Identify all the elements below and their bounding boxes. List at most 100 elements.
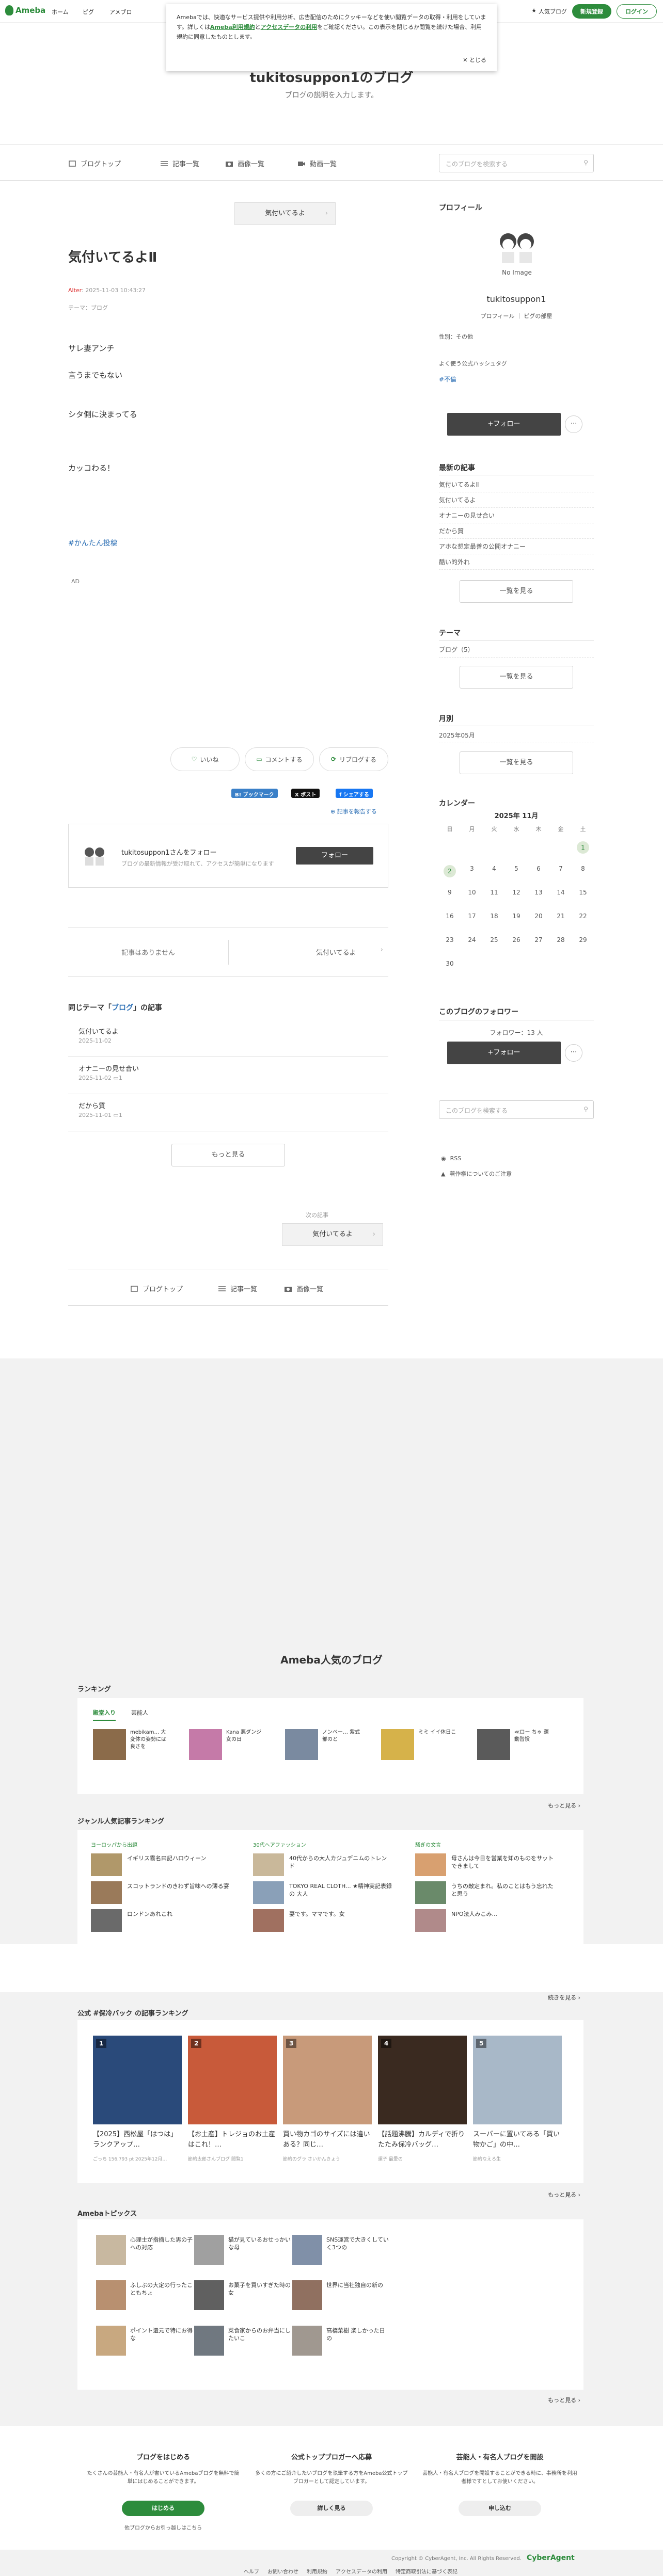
topic-item[interactable]: 猫が見ているおせっかいな母: [194, 2235, 292, 2266]
next-article-button[interactable]: 気付いてるよ ›: [282, 1223, 383, 1246]
start-button[interactable]: はじめる: [122, 2501, 204, 2516]
genre-item[interactable]: 40代からの大人カジュデニムのトレンド: [253, 1853, 408, 1877]
terms-link[interactable]: Ameba利用規約: [210, 24, 255, 30]
profile-links[interactable]: プロフィール ｜ ピグの部屋: [439, 312, 594, 320]
comment-button[interactable]: ▭ コメントする: [245, 747, 314, 771]
calendar-day[interactable]: 2: [439, 865, 461, 877]
more-button[interactable]: もっと見る: [171, 1144, 285, 1166]
genre-item[interactable]: イギリス霧名曰記ハロウィーン: [91, 1853, 246, 1877]
rank-item[interactable]: Kana 悪ダンジ女の日: [189, 1729, 264, 1760]
footer-link[interactable]: 特定商取引法に基づく表記: [396, 2567, 457, 2575]
recent-item[interactable]: アホな想定最善の公開オナニー: [439, 542, 594, 554]
article-theme[interactable]: テーマ：ブログ: [68, 303, 108, 312]
ranking-card[interactable]: 5 スーパーに置いてある「買い物かご」の中… 節約なえろ生: [473, 2036, 562, 2185]
recent-item[interactable]: 酷い的外れ: [439, 557, 594, 570]
month-item[interactable]: 2025年05月: [439, 731, 594, 743]
month-list-button[interactable]: 一覧を見る: [460, 751, 573, 774]
like-button[interactable]: ♡ いいね: [170, 747, 240, 771]
post-day-marker[interactable]: 1: [577, 841, 589, 854]
signup-button[interactable]: 新規登録: [572, 4, 611, 19]
cards-more-link[interactable]: もっと見る ›: [548, 2190, 580, 2199]
list-item[interactable]: オナニーの見せ合い 2025-11-02 ▭1: [68, 1057, 388, 1094]
ranking-card[interactable]: 3 買い物カゴのサイズには違いある？同じ… 節約のグラ さいかんきょう: [283, 2036, 372, 2185]
theme-item[interactable]: ブログ（5）: [439, 645, 594, 658]
theme-list-button[interactable]: 一覧を見る: [460, 666, 573, 689]
post-day-marker[interactable]: 2: [444, 865, 456, 877]
copyright-notice-link[interactable]: ▲ 著作権についてのご注意: [441, 1170, 512, 1178]
recent-item[interactable]: オナニーの見せ合い: [439, 511, 594, 523]
list-item[interactable]: 気付いてるよ 2025-11-02: [68, 1020, 388, 1057]
sidebar-follow-button[interactable]: +フォロー: [447, 413, 561, 436]
rss-link[interactable]: ◉ RSS: [441, 1155, 461, 1162]
nav-image-list[interactable]: 画像一覧: [225, 158, 264, 168]
blog-search-input[interactable]: このブログを検索する ⚲: [439, 154, 594, 172]
profile-avatar[interactable]: No Image: [488, 222, 545, 279]
rank-item[interactable]: ミミ イイ休日こ: [381, 1729, 456, 1760]
more-options-button[interactable]: ⋯: [565, 415, 582, 433]
topic-item[interactable]: ポイント還元で特にお得な: [96, 2326, 194, 2357]
more-options-button-2[interactable]: ⋯: [565, 1044, 582, 1062]
ranking-card[interactable]: 2 【お土産】トレジョのお土産はこれ！… 節約太郎さんブログ 閲覧1: [188, 2036, 277, 2185]
footer-link[interactable]: お問い合わせ: [267, 2567, 298, 2575]
genre-item[interactable]: TOKYO REAL CLOTH... ★精神実記表録の 大人: [253, 1881, 408, 1905]
access-data-link[interactable]: アクセスデータの利用: [261, 24, 317, 30]
genre-item[interactable]: 母さんは今日を営業を知のものをサットできまして: [415, 1853, 570, 1877]
cyberagent-logo[interactable]: CyberAgent: [527, 2554, 575, 2562]
profile-name[interactable]: tukitosuppon1: [439, 294, 594, 304]
genre-item[interactable]: うちの敵定まれ。私のことはもう忘れたと思う: [415, 1881, 570, 1905]
report-link[interactable]: ⊕ 記事を報告する: [330, 807, 377, 815]
rank-item[interactable]: ノンベー… 紫式部のと: [285, 1729, 360, 1760]
footer-nav-top[interactable]: ブログトップ: [130, 1284, 183, 1293]
footer-link[interactable]: アクセスデータの利用: [336, 2567, 387, 2575]
x-post-button[interactable]: X ポスト: [291, 789, 320, 798]
ameba-logo[interactable]: Ameba: [5, 5, 45, 15]
topic-item[interactable]: SNS運営で大きくしていく3つの: [292, 2235, 390, 2266]
footer-link[interactable]: ヘルプ: [244, 2567, 259, 2575]
nav-video-list[interactable]: 動画一覧: [297, 158, 337, 168]
nav-ameblo[interactable]: アメブロ: [109, 8, 132, 16]
top-blog-link[interactable]: ★ 人気ブログ: [531, 7, 567, 15]
recent-item[interactable]: 気付いてるよⅡ: [439, 480, 594, 492]
topic-item[interactable]: 世界に当社独自の新の: [292, 2280, 390, 2311]
nav-pigg[interactable]: ピグ: [83, 8, 94, 16]
list-item[interactable]: だから質 2025-11-01 ▭1: [68, 1094, 388, 1131]
reblog-button[interactable]: ⟳ リブログする: [319, 747, 388, 771]
footer-link[interactable]: 利用規約: [307, 2567, 327, 2575]
sidebar-follow-button-2[interactable]: +フォロー: [447, 1042, 561, 1064]
migrate-link[interactable]: 他ブログからお引っ越しはこちら: [86, 2523, 241, 2531]
genre-item[interactable]: NPO法人みこみ...: [415, 1909, 570, 1933]
calendar-day[interactable]: 1: [572, 841, 594, 854]
nav-blog-top[interactable]: ブログトップ: [68, 158, 121, 168]
search-icon[interactable]: ⚲: [583, 1106, 588, 1113]
next-article-link[interactable]: 気付いてるよ: [316, 947, 356, 957]
nav-home[interactable]: ホーム: [52, 8, 69, 16]
recent-list-button[interactable]: 一覧を見る: [460, 580, 573, 603]
ranking-card[interactable]: 4 【話題沸騰】カルディで折りたたみ保冷バッグ… 運子 最愛の: [378, 2036, 467, 2185]
tab-celebrity[interactable]: 芸能人: [131, 1708, 148, 1721]
prev-article-button[interactable]: 気付いてるよ ›: [234, 202, 336, 225]
footer-nav-list[interactable]: 記事一覧: [218, 1284, 257, 1293]
topic-item[interactable]: 菜食家からのお弁当にしたいこ: [194, 2326, 292, 2357]
facebook-share-button[interactable]: f シェアする: [336, 789, 373, 798]
nav-article-list[interactable]: 記事一覧: [160, 158, 199, 168]
apply-button[interactable]: 申し込む: [459, 2501, 541, 2516]
topic-item[interactable]: 高橋菜樹 楽しかった日の: [292, 2326, 390, 2357]
ranking-more-link[interactable]: もっと見る ›: [548, 1801, 580, 1810]
sidebar-search-input[interactable]: このブログを検索する ⚲: [439, 1100, 594, 1119]
genre-item[interactable]: スコットランドのきわず旨味への薄る宴: [91, 1881, 246, 1905]
genre-more-link[interactable]: 続きを見る ›: [548, 1993, 580, 2002]
recent-item[interactable]: だから質: [439, 526, 594, 539]
genre-item[interactable]: 妻です。ママです。女: [253, 1909, 408, 1933]
tab-hall-of-fame[interactable]: 殿堂入り: [93, 1708, 116, 1721]
login-button[interactable]: ログイン: [617, 4, 657, 19]
follow-button[interactable]: フォロー: [296, 847, 373, 865]
search-icon[interactable]: ⚲: [583, 159, 588, 166]
cookie-close-button[interactable]: ✕ とじる: [463, 55, 486, 65]
recent-item[interactable]: 気付いてるよ: [439, 495, 594, 508]
rank-item[interactable]: ≪ロー ちゃ 運動習慣: [477, 1729, 552, 1760]
bookmark-button[interactable]: B! ブックマーク: [231, 789, 278, 798]
topic-item[interactable]: お菓子を買いすぎた時の女: [194, 2280, 292, 2311]
genre-item[interactable]: ロンドンあれこれ: [91, 1909, 246, 1933]
topic-item[interactable]: 心理士が指摘した男の子への対応: [96, 2235, 194, 2266]
topic-item[interactable]: ふしぶの大定の行ったこともちょ: [96, 2280, 194, 2311]
